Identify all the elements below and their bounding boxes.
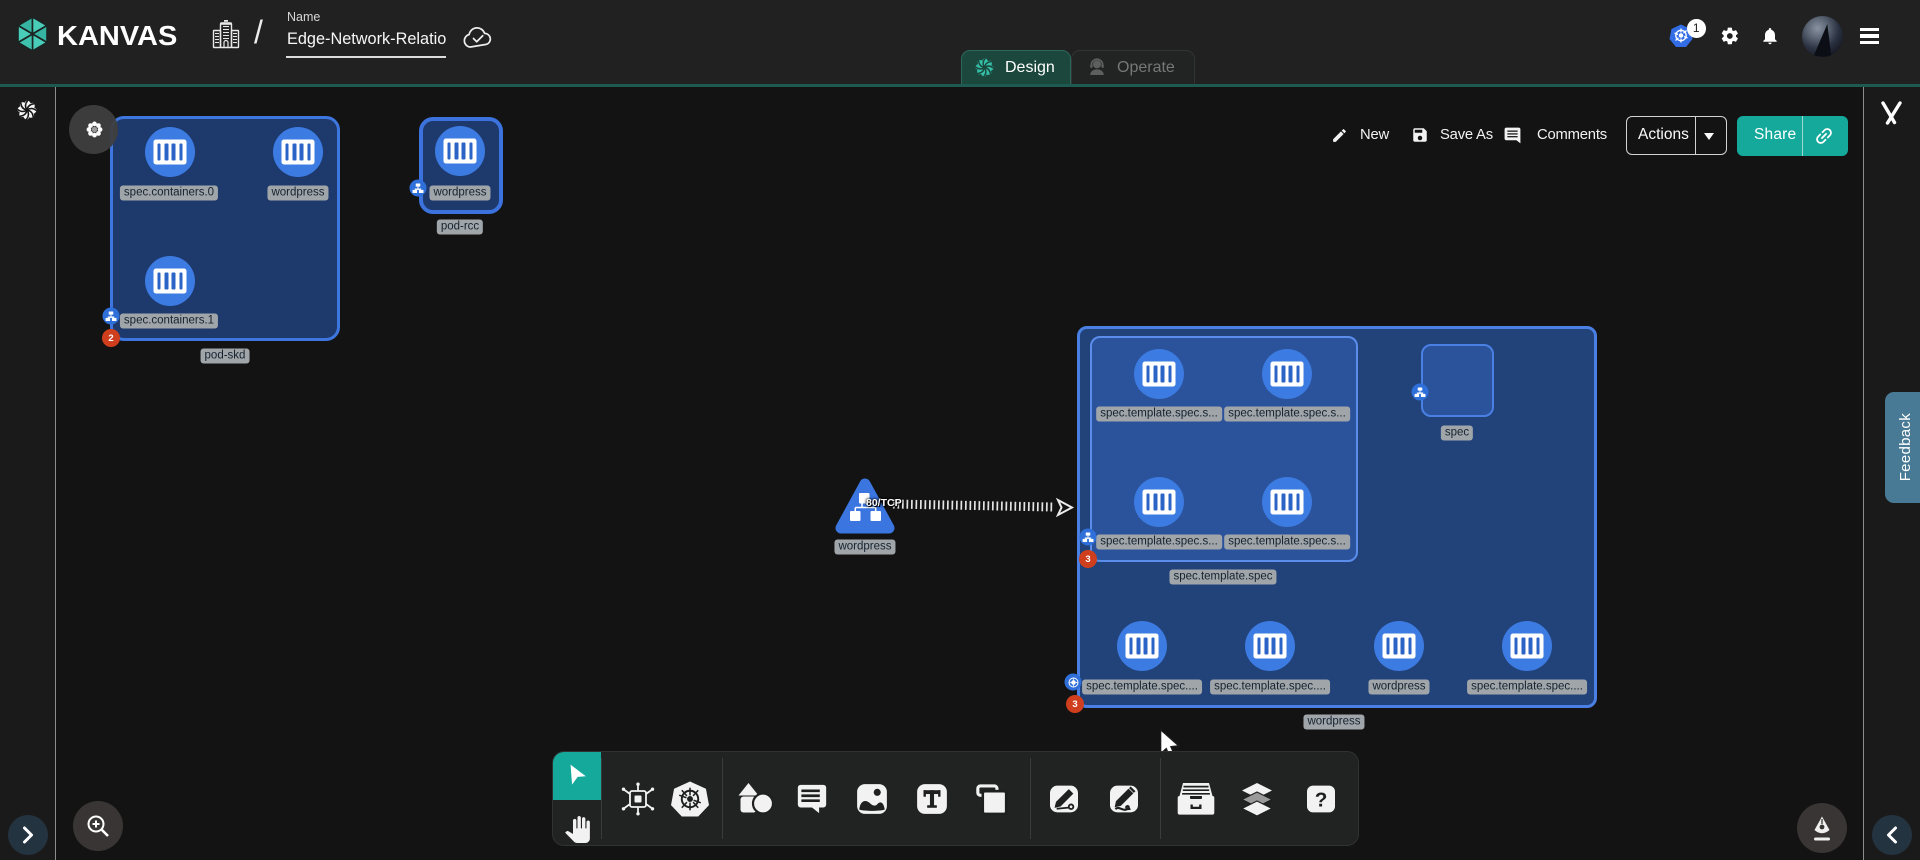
svg-text:?: ? bbox=[1315, 788, 1328, 811]
